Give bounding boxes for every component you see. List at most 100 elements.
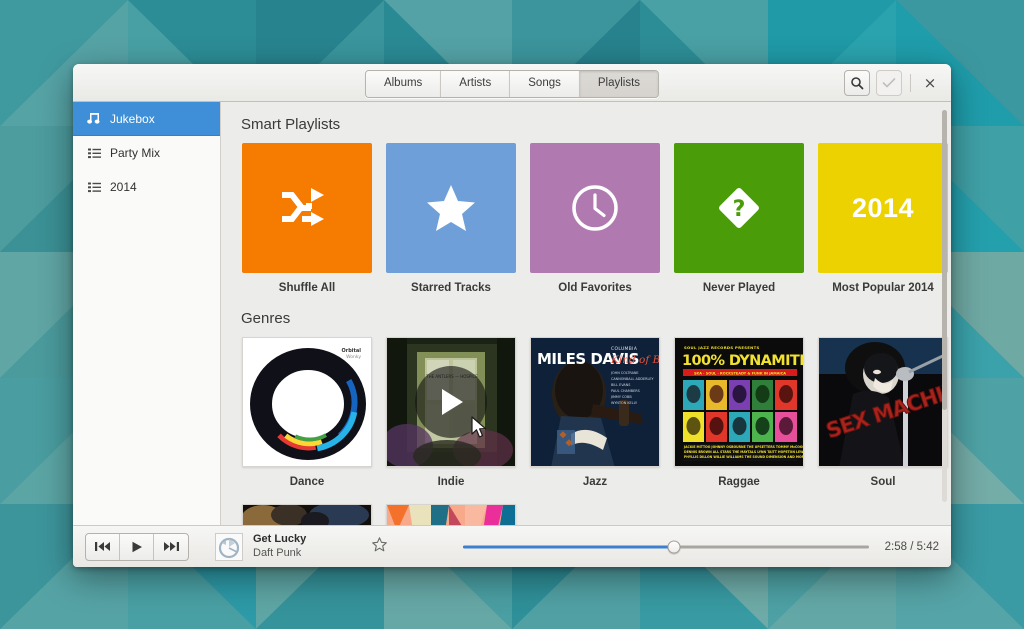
clock-icon xyxy=(572,185,618,231)
shuffle-all-tile[interactable] xyxy=(242,143,372,273)
tab-songs[interactable]: Songs xyxy=(510,71,580,97)
genre-card[interactable]: SOUL JAZZ RECORDS PRESENTS 100% DYNAMITE… xyxy=(667,337,811,488)
sidebar-item-party-mix[interactable]: Party Mix xyxy=(73,136,220,170)
seek-slider[interactable] xyxy=(463,537,869,557)
genres-grid-partial xyxy=(221,504,951,525)
smart-playlist-label: Shuffle All xyxy=(278,282,336,294)
view-tabs[interactable]: Albums Artists Songs Playlists xyxy=(364,70,660,98)
tab-playlists[interactable]: Playlists xyxy=(579,71,659,97)
smart-playlist-card[interactable]: Old Favorites xyxy=(523,143,667,294)
player-bar: Get Lucky Daft Punk 2:58 / 5:42 xyxy=(73,525,951,567)
partial-cover-1[interactable] xyxy=(242,504,372,525)
svg-text:SKA · SOUL · ROCKSTEADY & FUNK: SKA · SOUL · ROCKSTEADY & FUNK IN JAMAIC… xyxy=(694,371,786,375)
smart-playlist-card[interactable]: ? Never Played xyxy=(667,143,811,294)
now-playing-info: Get Lucky Daft Punk xyxy=(253,533,306,561)
smart-playlist-card[interactable]: Starred Tracks xyxy=(379,143,523,294)
genre-label: Dance xyxy=(289,476,325,488)
seek-fill xyxy=(463,545,675,548)
favorite-button[interactable] xyxy=(372,536,388,557)
svg-text:100% DYNAMITE!: 100% DYNAMITE! xyxy=(682,353,804,369)
sidebar-item-2014[interactable]: 2014 xyxy=(73,170,220,204)
smart-playlist-card[interactable]: Shuffle All xyxy=(235,143,379,294)
smart-playlist-label: Never Played xyxy=(702,282,776,294)
sidebar: Jukebox Party Mix 2014 xyxy=(73,102,221,525)
genre-card[interactable]: SEX MACHINE Soul xyxy=(811,337,951,488)
question-icon: ? xyxy=(719,188,759,228)
svg-text:Wonky: Wonky xyxy=(346,354,361,360)
tile-year-text: 2014 xyxy=(851,192,915,223)
svg-text:PAUL CHAMBERS: PAUL CHAMBERS xyxy=(611,389,640,393)
next-button[interactable] xyxy=(154,534,188,560)
window-body: Jukebox Party Mix 2014 Smart Playlists S… xyxy=(73,102,951,525)
section-title-smart-playlists: Smart Playlists xyxy=(241,116,341,133)
indie-cover[interactable]: THE ANTLERS — HOSPICE xyxy=(386,337,516,467)
window-header-bar: Albums Artists Songs Playlists × xyxy=(73,64,951,102)
svg-text:COLUMBIA: COLUMBIA xyxy=(611,346,637,352)
svg-text:BILL EVANS: BILL EVANS xyxy=(611,383,630,387)
previous-icon xyxy=(95,542,110,551)
svg-text:WYNTON KELLY: WYNTON KELLY xyxy=(611,401,638,405)
dance-cover[interactable]: Orbital Wonky xyxy=(242,337,372,467)
content-scrollbar-thumb[interactable] xyxy=(942,110,947,410)
genre-card[interactable]: THE ANTLERS — HOSPICE Indie xyxy=(379,337,523,488)
content-scrollbar[interactable] xyxy=(942,110,947,502)
time-display: 2:58 / 5:42 xyxy=(884,540,939,553)
never-played-tile[interactable]: ? xyxy=(674,143,804,273)
search-button[interactable] xyxy=(844,70,870,96)
most-popular-2014-tile[interactable]: 2014 xyxy=(818,143,948,273)
genres-grid: Orbital Wonky Dance Indie MILES DAVIS CO… xyxy=(221,337,951,488)
svg-text:Kind of Blue: Kind of Blue xyxy=(610,354,660,366)
star-outline-icon xyxy=(372,536,388,551)
genre-card[interactable] xyxy=(235,504,379,525)
previous-button[interactable] xyxy=(86,533,120,560)
tab-albums[interactable]: Albums xyxy=(365,71,442,97)
svg-text:JACKIE MITTOO JOHNNY OSBOURNE: JACKIE MITTOO JOHNNY OSBOURNE THE UPSETT… xyxy=(683,445,804,449)
list-icon xyxy=(87,180,101,194)
smart-playlist-card[interactable]: 2014 Most Popular 2014 xyxy=(811,143,951,294)
smart-playlist-label: Starred Tracks xyxy=(411,282,491,294)
smart-playlist-label: Old Favorites xyxy=(558,282,632,294)
starred-tracks-tile[interactable] xyxy=(386,143,516,273)
seek-handle[interactable] xyxy=(667,540,681,553)
old-favorites-tile[interactable] xyxy=(530,143,660,273)
svg-text:DENNIS BROWN ALL STARS THE MAY: DENNIS BROWN ALL STARS THE MAYTALS LYNN … xyxy=(684,450,804,454)
track-artist: Daft Punk xyxy=(253,546,302,559)
svg-text:CANNONBALL ADDERLEY: CANNONBALL ADDERLEY xyxy=(611,377,655,381)
genre-card[interactable]: MILES DAVIS COLUMBIA Kind of Blue JOHN C… xyxy=(523,337,667,488)
svg-text:SOUL JAZZ RECORDS PRESENTS: SOUL JAZZ RECORDS PRESENTS xyxy=(684,345,760,350)
genre-label: Indie xyxy=(437,476,465,488)
genre-card[interactable]: Orbital Wonky Dance xyxy=(235,337,379,488)
check-icon xyxy=(882,78,896,88)
sidebar-item-label: Party Mix xyxy=(110,146,161,160)
select-button[interactable] xyxy=(876,70,902,96)
smart-playlists-grid: Shuffle All Starred Tracks Old Favorites… xyxy=(221,143,951,294)
track-title: Get Lucky xyxy=(253,532,307,545)
svg-text:JIMMY COBB: JIMMY COBB xyxy=(610,395,632,399)
raggae-cover[interactable]: SOUL JAZZ RECORDS PRESENTS 100% DYNAMITE… xyxy=(674,337,804,467)
shuffle-icon xyxy=(282,188,324,226)
genre-label: Jazz xyxy=(582,476,608,488)
album-art-thumbnail xyxy=(216,533,242,560)
close-button[interactable]: × xyxy=(919,72,941,94)
partial-cover-2[interactable] xyxy=(386,504,516,525)
svg-text:JOHN COLTRANE: JOHN COLTRANE xyxy=(610,371,639,375)
jazz-cover[interactable]: MILES DAVIS COLUMBIA Kind of Blue JOHN C… xyxy=(530,337,660,467)
genre-card[interactable] xyxy=(379,504,523,525)
sidebar-item-jukebox[interactable]: Jukebox xyxy=(73,102,220,136)
genre-label: Soul xyxy=(870,476,896,488)
genre-label: Raggae xyxy=(718,476,760,488)
soul-cover[interactable]: SEX MACHINE xyxy=(818,337,948,467)
play-button[interactable] xyxy=(120,533,154,560)
play-icon xyxy=(442,389,463,415)
tab-artists[interactable]: Artists xyxy=(441,71,511,97)
mouse-cursor-icon xyxy=(471,416,486,438)
header-actions: × xyxy=(844,70,941,96)
search-icon xyxy=(851,77,864,90)
play-icon xyxy=(132,541,142,552)
section-title-genres: Genres xyxy=(241,310,291,327)
smart-playlist-label: Most Popular 2014 xyxy=(832,282,934,294)
star-icon xyxy=(427,185,475,231)
sidebar-item-label: Jukebox xyxy=(110,111,155,126)
music-app-window: Albums Artists Songs Playlists × Jukebox… xyxy=(73,64,951,567)
svg-text:PHYLLIS DILLON WILLIE WILLIAMS: PHYLLIS DILLON WILLIE WILLIAMS THE SOUND… xyxy=(684,455,804,459)
